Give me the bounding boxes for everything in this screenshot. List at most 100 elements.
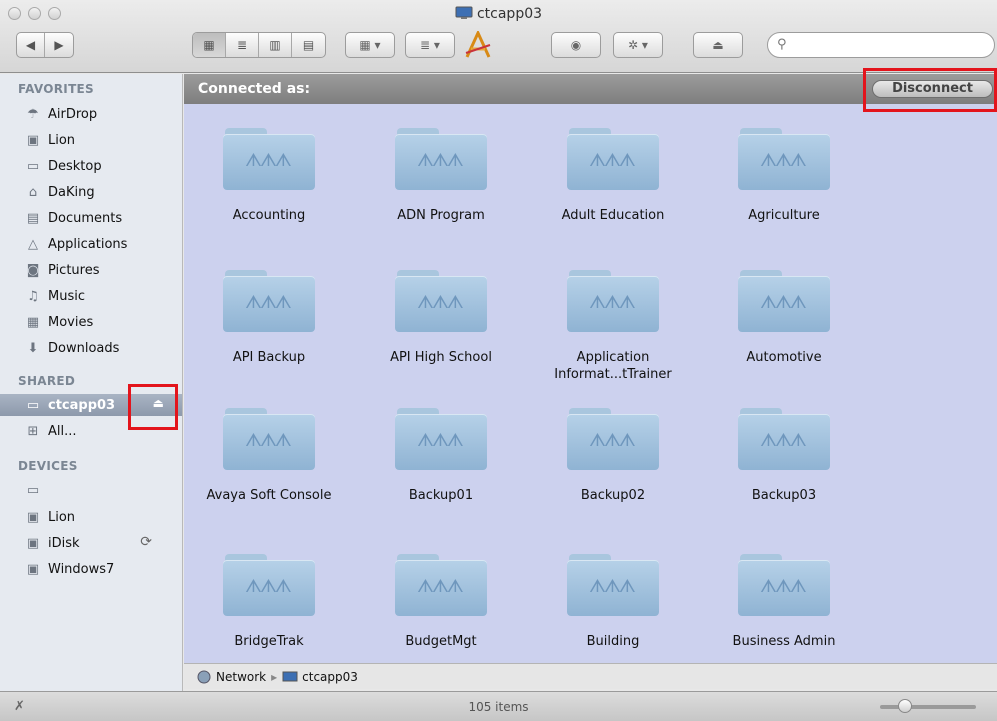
- pictures-icon: ◙: [26, 262, 40, 278]
- folder-item[interactable]: ᗑᗑᗑ Backup03: [709, 408, 859, 504]
- eject-toolbar-button[interactable]: ⏏: [693, 32, 743, 58]
- eject-highlight-box: [128, 384, 178, 430]
- forward-icon[interactable]: ▶: [45, 33, 73, 57]
- path-bar: Network ▸ ctcapp03: [184, 663, 997, 689]
- computer-icon: ▭: [26, 397, 40, 413]
- applications-shortcut-icon[interactable]: [463, 29, 493, 59]
- back-icon[interactable]: ◀: [17, 33, 45, 57]
- sidebar-item-airdrop[interactable]: ☂ AirDrop: [0, 103, 182, 125]
- sidebar-item-windows7[interactable]: ▣ Windows7: [0, 558, 182, 580]
- shared-folder-icon: ᗑᗑᗑ: [223, 270, 315, 332]
- sidebar-item-lion-device[interactable]: ▣ Lion: [0, 506, 182, 528]
- sidebar-item-idisk[interactable]: ▣ iDisk ⟳: [0, 532, 182, 554]
- path-network[interactable]: Network: [216, 670, 266, 684]
- folder-name: Adult Education: [561, 208, 665, 223]
- computer-icon: [455, 6, 473, 20]
- folder-item[interactable]: ᗑᗑᗑ Building: [538, 554, 688, 650]
- list-view-icon[interactable]: ≣: [226, 33, 259, 57]
- home-icon: ⌂: [28, 184, 38, 200]
- folder-item[interactable]: ᗑᗑᗑ BridgeTrak: [194, 554, 344, 650]
- sidebar-item-label: Pictures: [48, 262, 100, 278]
- folder-name: Accounting: [232, 208, 306, 223]
- sidebar-item-applications[interactable]: △ Applications: [0, 233, 182, 255]
- gear-icon: ✲ ▾: [628, 38, 648, 52]
- sidebar-item-daking[interactable]: ⌂ DaKing: [0, 181, 182, 203]
- sidebar-item-movies[interactable]: ▦ Movies: [0, 311, 182, 333]
- folder-item[interactable]: ᗑᗑᗑ API Backup: [194, 270, 344, 366]
- folder-name: BridgeTrak: [234, 634, 304, 649]
- folder-item[interactable]: ᗑᗑᗑ API High School: [366, 270, 516, 366]
- shared-heading: SHARED: [18, 374, 76, 388]
- back-forward-buttons: ◀ ▶: [16, 32, 74, 58]
- cover-flow-view-icon[interactable]: ▤: [292, 33, 325, 57]
- sidebar-item-label: Desktop: [48, 158, 102, 174]
- folder-item[interactable]: ᗑᗑᗑ BudgetMgt: [366, 554, 516, 650]
- action-menu-button[interactable]: ✲ ▾: [613, 32, 663, 58]
- sidebar-item-pictures[interactable]: ◙ Pictures: [0, 259, 182, 281]
- folder-item[interactable]: ᗑᗑᗑ Avaya Soft Console: [194, 408, 344, 504]
- sidebar-item-label: Lion: [48, 509, 76, 525]
- arrange-button[interactable]: ▦ ▾: [345, 32, 395, 58]
- sidebar-item-computer[interactable]: ▭: [0, 479, 182, 501]
- folder-item[interactable]: ᗑᗑᗑ Backup02: [538, 408, 688, 504]
- network-icon: [196, 670, 212, 684]
- sidebar-item-music[interactable]: ♫ Music: [0, 285, 182, 307]
- folder-item[interactable]: ᗑᗑᗑ Agriculture: [709, 128, 859, 224]
- sync-icon[interactable]: ⟳: [140, 534, 152, 550]
- quick-look-button[interactable]: ◉: [551, 32, 601, 58]
- computer-icon: ▭: [26, 482, 40, 498]
- icon-view-icon[interactable]: ▦: [193, 33, 226, 57]
- sidebar-item-documents[interactable]: ▤ Documents: [0, 207, 182, 229]
- folder-name: ADN Program: [397, 208, 485, 223]
- folder-name: Backup01: [408, 488, 474, 503]
- folder-item[interactable]: ᗑᗑᗑ Automotive: [709, 270, 859, 366]
- window-title-text: ctcapp03: [476, 6, 543, 22]
- eject-icon: ⏏: [712, 38, 724, 52]
- computer-icon: [282, 670, 298, 684]
- disk-icon: ▣: [26, 509, 40, 525]
- folder-item[interactable]: ᗑᗑᗑ Adult Education: [538, 128, 688, 224]
- sidebar-item-label: Windows7: [48, 561, 115, 577]
- status-bar: ✗ 105 items: [0, 691, 997, 721]
- sidebar-item-downloads[interactable]: ⬇ Downloads: [0, 337, 182, 359]
- path-separator-icon: ▸: [271, 669, 278, 684]
- shared-folder-icon: ᗑᗑᗑ: [395, 408, 487, 470]
- sidebar-item-lion[interactable]: ▣ Lion: [0, 129, 182, 151]
- shared-folder-icon: ᗑᗑᗑ: [223, 554, 315, 616]
- shared-folder-icon: ᗑᗑᗑ: [567, 408, 659, 470]
- folder-item[interactable]: ᗑᗑᗑ Application Informat...tTrainer: [538, 270, 688, 383]
- sort-button[interactable]: ≣ ▾: [405, 32, 455, 58]
- sidebar-item-desktop[interactable]: ▭ Desktop: [0, 155, 182, 177]
- icon-size-slider-knob[interactable]: [898, 699, 912, 713]
- shared-folder-icon: ᗑᗑᗑ: [395, 554, 487, 616]
- shared-folder-icon: ᗑᗑᗑ: [738, 270, 830, 332]
- applications-icon: △: [28, 236, 38, 252]
- folder-item[interactable]: ᗑᗑᗑ ADN Program: [366, 128, 516, 224]
- sidebar-item-label: All...: [48, 423, 77, 439]
- path-ctcapp03[interactable]: ctcapp03: [302, 670, 358, 684]
- sidebar-item-label: iDisk: [48, 535, 80, 551]
- search-field[interactable]: ⚲: [767, 32, 995, 58]
- shared-folder-icon: ᗑᗑᗑ: [738, 554, 830, 616]
- connected-as-label: Connected as:: [198, 81, 311, 97]
- search-icon: ⚲: [777, 37, 787, 52]
- shared-folder-icon: ᗑᗑᗑ: [738, 128, 830, 190]
- shared-folder-icon: ᗑᗑᗑ: [567, 270, 659, 332]
- sidebar-item-label: AirDrop: [48, 106, 98, 122]
- downloads-icon: ⬇: [27, 340, 39, 356]
- shared-folder-icon: ᗑᗑᗑ: [738, 408, 830, 470]
- folder-name: Backup02: [580, 488, 646, 503]
- column-view-icon[interactable]: ▥: [259, 33, 292, 57]
- folder-name: API Backup: [232, 350, 306, 365]
- shared-folder-icon: ᗑᗑᗑ: [223, 128, 315, 190]
- icon-size-slider[interactable]: [880, 705, 976, 709]
- shared-folder-icon: ᗑᗑᗑ: [567, 128, 659, 190]
- finder-window: ctcapp03 ◀ ▶ ▦ ≣ ▥ ▤ ▦ ▾ ≣ ▾ ◉ ✲ ▾ ⏏ ⚲ F…: [0, 0, 997, 721]
- folder-item[interactable]: ᗑᗑᗑ Backup01: [366, 408, 516, 504]
- sidebar-item-label: Music: [48, 288, 85, 304]
- folder-name: Agriculture: [748, 208, 820, 223]
- folder-item[interactable]: ᗑᗑᗑ Accounting: [194, 128, 344, 224]
- idisk-icon: ▣: [26, 535, 40, 551]
- folder-item[interactable]: ᗑᗑᗑ Business Admin: [709, 554, 859, 650]
- folder-name: API High School: [390, 350, 492, 365]
